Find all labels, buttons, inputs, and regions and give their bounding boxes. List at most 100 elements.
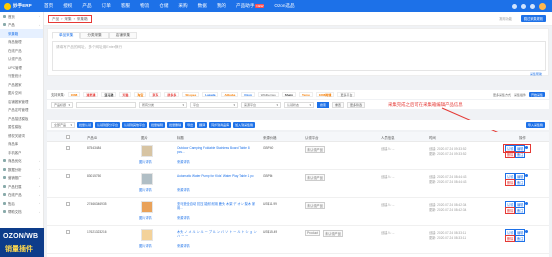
sidebar-item[interactable]: UPC管理 [0,63,43,72]
sidebar-item[interactable]: 商品优化 › [0,157,43,166]
row-checkbox[interactable] [66,230,70,234]
translate-button[interactable]: 翻译 [197,122,208,128]
sidebar-item[interactable]: 手机客户 [0,148,43,157]
product-title-link[interactable]: Outdoor Camping Foldable Stainless Board… [177,146,257,155]
sidebar-item[interactable]: 产品描述模板 [0,114,43,123]
plugin-link[interactable]: 采集插件 [514,93,526,97]
bulk-claim-button[interactable]: 批量认领 [77,122,94,128]
source-detail-link[interactable]: 来源详情 [177,159,190,164]
sidebar-item[interactable]: 刊登统计 [0,72,43,81]
logo[interactable]: 妙手ERP [0,0,40,12]
note-button[interactable]: 备注 [515,235,526,242]
nav-item-assistant[interactable]: 产品助手 NEW [236,3,265,9]
sidebar-item[interactable]: 售后 › [0,199,43,208]
sidebar-item[interactable]: 产品定时管理 [0,106,43,115]
product-thumbnail[interactable] [141,229,153,241]
sync-library-button[interactable]: 同步到商品库 [209,122,232,128]
breadcrumb-item[interactable]: 采集 [64,17,71,22]
product-thumbnail[interactable] [141,173,153,185]
sidebar-item[interactable]: 帮助文档 › [0,208,43,217]
product-title-link[interactable]: 亚马逊全自动 抗压 能耐 耐用 鹿头 木架 デ オン 梨木 家用... [177,202,257,211]
nav-item-logistics[interactable]: 物流 [140,3,149,9]
start-collect-button[interactable]: 开始采集 [528,92,545,97]
nav-item-product[interactable]: 产品 [82,3,91,9]
collect-help-link[interactable]: 采集帮助 [530,72,542,76]
promo-banner[interactable]: OZON/WB 销量插件 [0,228,44,257]
platform-ozon[interactable]: Ozon [241,92,255,97]
image-detail-link[interactable]: 图片详情 [139,159,152,164]
sidebar-item[interactable]: 首页 › [0,12,43,21]
category-select[interactable]: 所有分类 ▾ [139,101,187,108]
skip-rules-button[interactable]: 跳过采集规则 [520,15,546,22]
product-thumbnail[interactable] [141,145,153,157]
claim-status-select[interactable]: 认领状态 ▾ [284,101,314,108]
breadcrumb-item[interactable]: 产品 [52,17,59,22]
product-title-link[interactable]: 木头 ノ メ ル ン ル ー ブ ル ン バ ソ ト ー ル ト シ ョ ン ハ… [177,230,257,239]
platform-tmall[interactable]: 天猫 [119,92,132,97]
nav-item-ozon[interactable]: Ozon选品 [274,3,294,9]
nav-item-service[interactable]: 客服 [121,3,130,9]
search-button[interactable]: 搜索 [317,101,330,108]
platform-wildberries[interactable]: Wildberries [257,92,279,97]
platform-lazada[interactable]: Lazada [202,92,219,97]
info-icon[interactable] [525,202,528,205]
claim-partial-button[interactable]: 认领到部分平台 [95,122,121,128]
title-type-select[interactable]: 产品标题 ▾ [51,101,73,108]
sidebar-item[interactable]: 在线产品 › [0,191,43,200]
sidebar-item[interactable]: 在线产品 [0,46,43,55]
nav-item-warehouse[interactable]: 仓储 [159,3,168,9]
platform-pdd[interactable]: 拼多多 [164,92,180,97]
import-button[interactable]: 导入采集箱 [525,122,545,128]
platform-alibaba[interactable]: Alibaba [221,92,239,97]
bell-icon[interactable] [512,3,517,9]
platform-select[interactable]: 平台 ▾ [190,101,238,108]
message-icon[interactable] [530,3,535,9]
product-thumbnail[interactable] [141,201,153,213]
url-input[interactable]: 请填写产品的网址，多个网址用Enter换行 [52,41,546,71]
delete-button[interactable]: 删除 [505,179,516,186]
more-filters-button[interactable]: 更多筛选 [347,101,366,108]
delete-button[interactable]: 删除 [505,207,516,214]
claim-other-button[interactable]: 认领到其他平台 [122,122,148,128]
note-button[interactable]: 备注 [515,179,526,186]
sidebar-item[interactable]: 产品归属 › [0,182,43,191]
select-all-checkbox[interactable] [66,135,70,139]
common-functions-link[interactable]: 常用功能 [499,16,512,21]
product-scope-select[interactable]: 全部产品 ▾ [51,122,75,128]
platform-1688-cross[interactable]: 1688跨境 [315,92,335,97]
platform-1688[interactable]: 1688 [67,92,81,97]
nav-item-mine[interactable]: 我的 [217,3,226,9]
sidebar-item[interactable]: 产品 › [0,21,43,30]
platform-temu[interactable]: Temu [298,92,313,97]
source-detail-link[interactable]: 来源详情 [177,215,190,220]
platform-amazon[interactable]: 亚马逊 [101,92,117,97]
sidebar-item[interactable]: 店铺搬家管理 [0,97,43,106]
image-detail-link[interactable]: 图片详情 [139,243,152,248]
keyword-input[interactable] [76,101,136,108]
sidebar-item[interactable]: 商品管理 [0,38,43,47]
note-button[interactable]: 备注 [515,207,526,214]
sidebar-item[interactable]: 属性模板 [0,123,43,132]
platform-aliexpress[interactable]: 速卖通 [83,92,99,97]
help-icon[interactable] [521,3,526,9]
source-select[interactable]: 来源平台 ▾ [241,101,281,108]
export-button[interactable]: 导出 [185,122,196,128]
source-detail-link[interactable]: 来源详情 [177,243,190,248]
image-detail-link[interactable]: 图片详情 [139,187,152,192]
sidebar-item[interactable]: 产品搬家 [0,80,43,89]
tab-store-collect[interactable]: 店铺采集 [108,32,138,39]
row-checkbox[interactable] [66,146,70,150]
platform-more[interactable]: 更多平台 [337,92,356,97]
delete-button[interactable]: 删除 [505,235,516,242]
nav-item-purchase[interactable]: 采购 [178,3,187,9]
reset-button[interactable]: 重置 [332,101,345,108]
row-checkbox[interactable] [66,202,70,206]
platform-shein[interactable]: Shein [281,92,296,97]
platform-taobao[interactable]: 淘宝 [134,92,147,97]
avatar[interactable] [539,2,546,10]
sidebar-item[interactable]: 营销推广 › [0,174,43,183]
product-title-link[interactable]: Automatic Water Pump for Kids' Water Pla… [177,174,257,178]
nav-item-home[interactable]: 首页 [44,3,53,9]
sidebar-item[interactable]: 认领产品 [0,55,43,64]
nav-item-auth[interactable]: 授权 [63,3,72,9]
